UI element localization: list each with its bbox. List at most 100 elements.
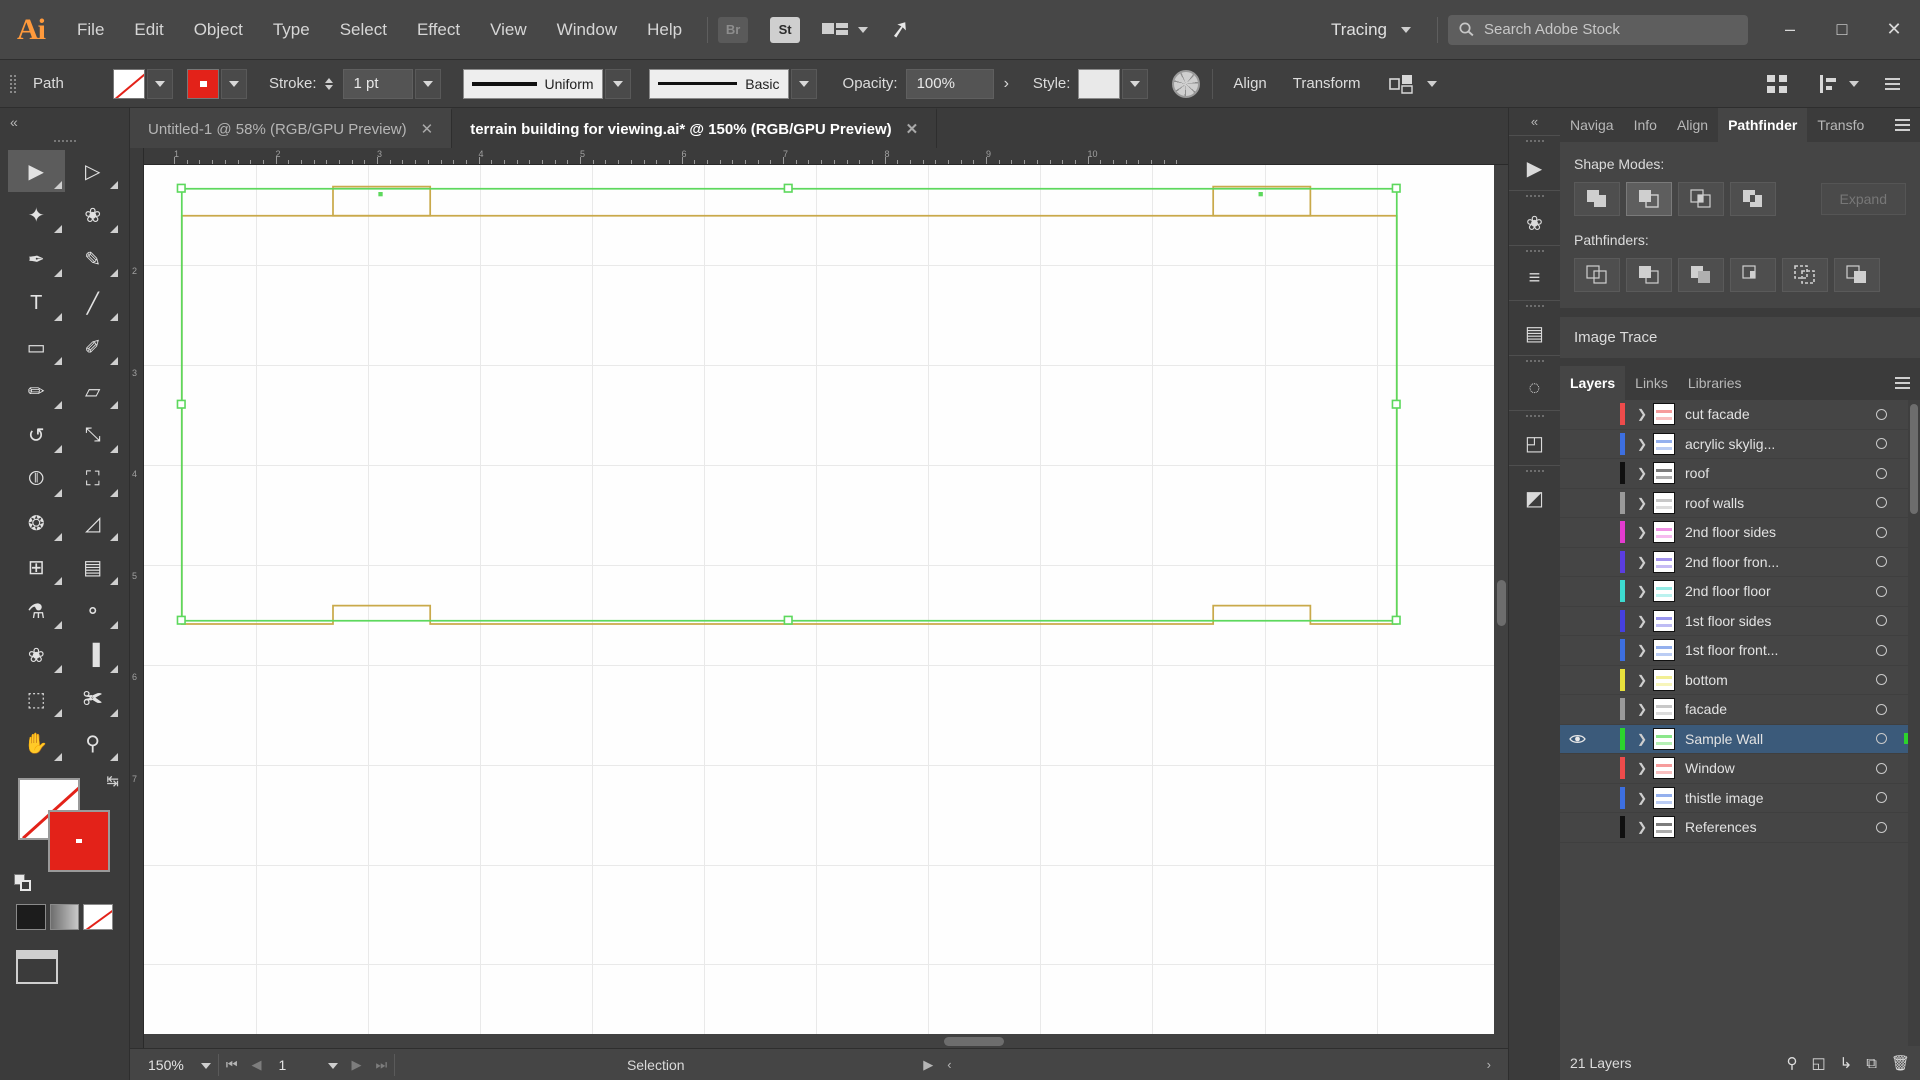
screen-mode-button[interactable] xyxy=(0,936,129,998)
stroke-weight-dropdown-button[interactable] xyxy=(414,68,441,99)
layer-row[interactable]: ❯ 1st floor sides xyxy=(1560,607,1920,636)
blend-tool[interactable]: ⚬ xyxy=(65,590,122,632)
layers-list[interactable]: ❯ cut facade ❯ acrylic skylig... ❯ roof ❯ roof … xyxy=(1560,400,1920,1046)
stroke-swatch[interactable] xyxy=(187,68,219,99)
layer-target-circle[interactable] xyxy=(1864,615,1898,627)
tab-naviga[interactable]: Naviga xyxy=(1560,108,1624,142)
arrange-documents-icon[interactable] xyxy=(822,23,849,36)
align-panel-icon[interactable] xyxy=(1817,72,1841,96)
layer-target-circle[interactable] xyxy=(1864,792,1898,804)
layer-row[interactable]: ❯ bottom xyxy=(1560,666,1920,695)
rail-group-grip[interactable] xyxy=(1525,301,1544,311)
menu-view[interactable]: View xyxy=(475,0,542,60)
close-icon[interactable]: ✕ xyxy=(906,120,919,138)
arrange-grid-icon[interactable] xyxy=(1765,72,1791,96)
zoom-level-input[interactable]: 150% xyxy=(138,1052,194,1077)
bridge-badge[interactable]: Br xyxy=(718,16,749,43)
layer-row[interactable]: ❯ 2nd floor fron... xyxy=(1560,548,1920,577)
eyedropper-tool[interactable]: ⚗ xyxy=(8,590,65,632)
chevron-right-icon[interactable]: ❯ xyxy=(1631,820,1653,834)
chevron-right-icon[interactable]: ❯ xyxy=(1631,407,1653,421)
chevron-right-icon[interactable]: ❯ xyxy=(1631,525,1653,539)
building-wall-artwork[interactable] xyxy=(144,165,1494,1034)
artboard-number-input[interactable]: 1 xyxy=(268,1052,321,1077)
pathfinder-panel-menu-icon[interactable] xyxy=(1885,108,1920,142)
shaper-tool[interactable]: ✏ xyxy=(8,370,65,412)
stock-badge[interactable]: St xyxy=(770,16,801,43)
layer-name[interactable]: 1st floor sides xyxy=(1685,613,1864,629)
fill-swatch[interactable] xyxy=(113,68,145,99)
workspace-chevron-down-icon[interactable] xyxy=(1401,26,1411,33)
layers-scroll-thumb[interactable] xyxy=(1910,404,1918,514)
chevron-right-icon[interactable]: ❯ xyxy=(1631,791,1653,805)
delete-selection-icon[interactable]: 🗑 xyxy=(1891,1054,1910,1072)
layer-row[interactable]: ❯ thistle image xyxy=(1560,784,1920,813)
crop-button[interactable] xyxy=(1730,258,1776,292)
tools-collapse-button[interactable]: « xyxy=(0,108,129,136)
layer-target-circle[interactable] xyxy=(1864,585,1898,597)
type-tool[interactable]: T xyxy=(8,282,65,324)
isolate-selected-object-icon[interactable] xyxy=(1388,72,1415,96)
slice-tool[interactable]: ✀ xyxy=(65,678,122,720)
align-button[interactable]: Align xyxy=(1225,75,1274,92)
brush-definition-select[interactable]: Basic xyxy=(648,68,789,99)
last-artboard-button[interactable]: ⏭ xyxy=(369,1057,395,1073)
layer-name[interactable]: bottom xyxy=(1685,672,1864,688)
merge-button[interactable] xyxy=(1678,258,1724,292)
layer-name[interactable]: 2nd floor sides xyxy=(1685,524,1864,540)
opacity-input[interactable]: 100% xyxy=(905,68,994,99)
swatches-panel-icon[interactable]: ▤ xyxy=(1512,311,1558,355)
paragraph-panel-icon[interactable]: ≡ xyxy=(1512,256,1558,300)
fill-dropdown-button[interactable] xyxy=(147,68,173,99)
zoom-dropdown-button[interactable] xyxy=(194,1057,218,1072)
minimize-button[interactable]: – xyxy=(1764,0,1816,60)
perspective-grid-tool[interactable]: ◿ xyxy=(65,502,122,544)
control-bar-grip[interactable] xyxy=(10,71,17,97)
eraser-tool[interactable]: ▱ xyxy=(65,370,122,412)
stroke-weight-input[interactable]: 1 pt xyxy=(342,68,413,99)
layer-target-circle[interactable] xyxy=(1864,438,1898,450)
tab-layers[interactable]: Layers xyxy=(1560,366,1626,400)
brushes-panel-icon[interactable]: ❀ xyxy=(1512,201,1558,245)
tab-pathfinder[interactable]: Pathfinder xyxy=(1718,108,1808,142)
chevron-right-icon[interactable]: ❯ xyxy=(1631,643,1653,657)
workspace-switcher[interactable]: Tracing xyxy=(1315,20,1427,40)
layer-target-circle[interactable] xyxy=(1864,703,1898,715)
menu-file[interactable]: File xyxy=(62,0,119,60)
layer-target-circle[interactable] xyxy=(1864,644,1898,656)
status-text[interactable]: Selection xyxy=(395,1057,916,1073)
line-segment-tool[interactable]: ╱ xyxy=(65,282,122,324)
layer-name[interactable]: 2nd floor floor xyxy=(1685,583,1864,599)
rail-collapse-button[interactable]: « xyxy=(1531,108,1538,135)
layer-target-circle[interactable] xyxy=(1864,674,1898,686)
layer-name[interactable]: acrylic skylig... xyxy=(1685,436,1864,452)
lasso-tool[interactable]: ❀ xyxy=(65,194,122,236)
canvas-vertical-scrollbar[interactable] xyxy=(1494,165,1508,1034)
column-graph-tool[interactable]: ▐ xyxy=(65,634,122,676)
menu-help[interactable]: Help xyxy=(632,0,697,60)
layer-name[interactable]: 1st floor front... xyxy=(1685,642,1864,658)
stroke-dropdown-button[interactable] xyxy=(221,68,247,99)
width-profile-select[interactable]: Uniform xyxy=(462,68,603,99)
make-clipping-mask-icon[interactable]: ◱ xyxy=(1811,1054,1825,1072)
tools-grip[interactable] xyxy=(0,136,129,146)
close-icon[interactable]: ✕ xyxy=(421,120,434,138)
status-play-button[interactable]: ▶ xyxy=(916,1057,940,1073)
layer-name[interactable]: roof walls xyxy=(1685,495,1864,511)
layer-row[interactable]: ❯ Window xyxy=(1560,754,1920,784)
visibility-eye-icon[interactable] xyxy=(1560,733,1594,745)
vertical-scroll-thumb[interactable] xyxy=(1497,580,1506,626)
status-prev-button[interactable]: ‹ xyxy=(940,1057,958,1072)
stroke-weight-stepper[interactable] xyxy=(324,77,341,90)
minus-front-button[interactable] xyxy=(1626,182,1672,216)
rail-group-grip[interactable] xyxy=(1525,246,1544,256)
width-profile-dropdown-button[interactable] xyxy=(604,68,631,99)
graphic-style-swatch[interactable] xyxy=(1078,68,1121,99)
layer-row[interactable]: ❯ facade xyxy=(1560,695,1920,725)
trim-button[interactable] xyxy=(1626,258,1672,292)
locate-object-icon[interactable]: ⚲ xyxy=(1786,1054,1797,1072)
horizontal-ruler[interactable]: 1 2 3 4 5 6 7 8 9 10 xyxy=(144,148,1508,165)
layer-name[interactable]: cut facade xyxy=(1685,406,1864,422)
layer-row[interactable]: ❯ 2nd floor floor xyxy=(1560,577,1920,607)
previous-artboard-button[interactable]: ◀ xyxy=(245,1057,269,1073)
